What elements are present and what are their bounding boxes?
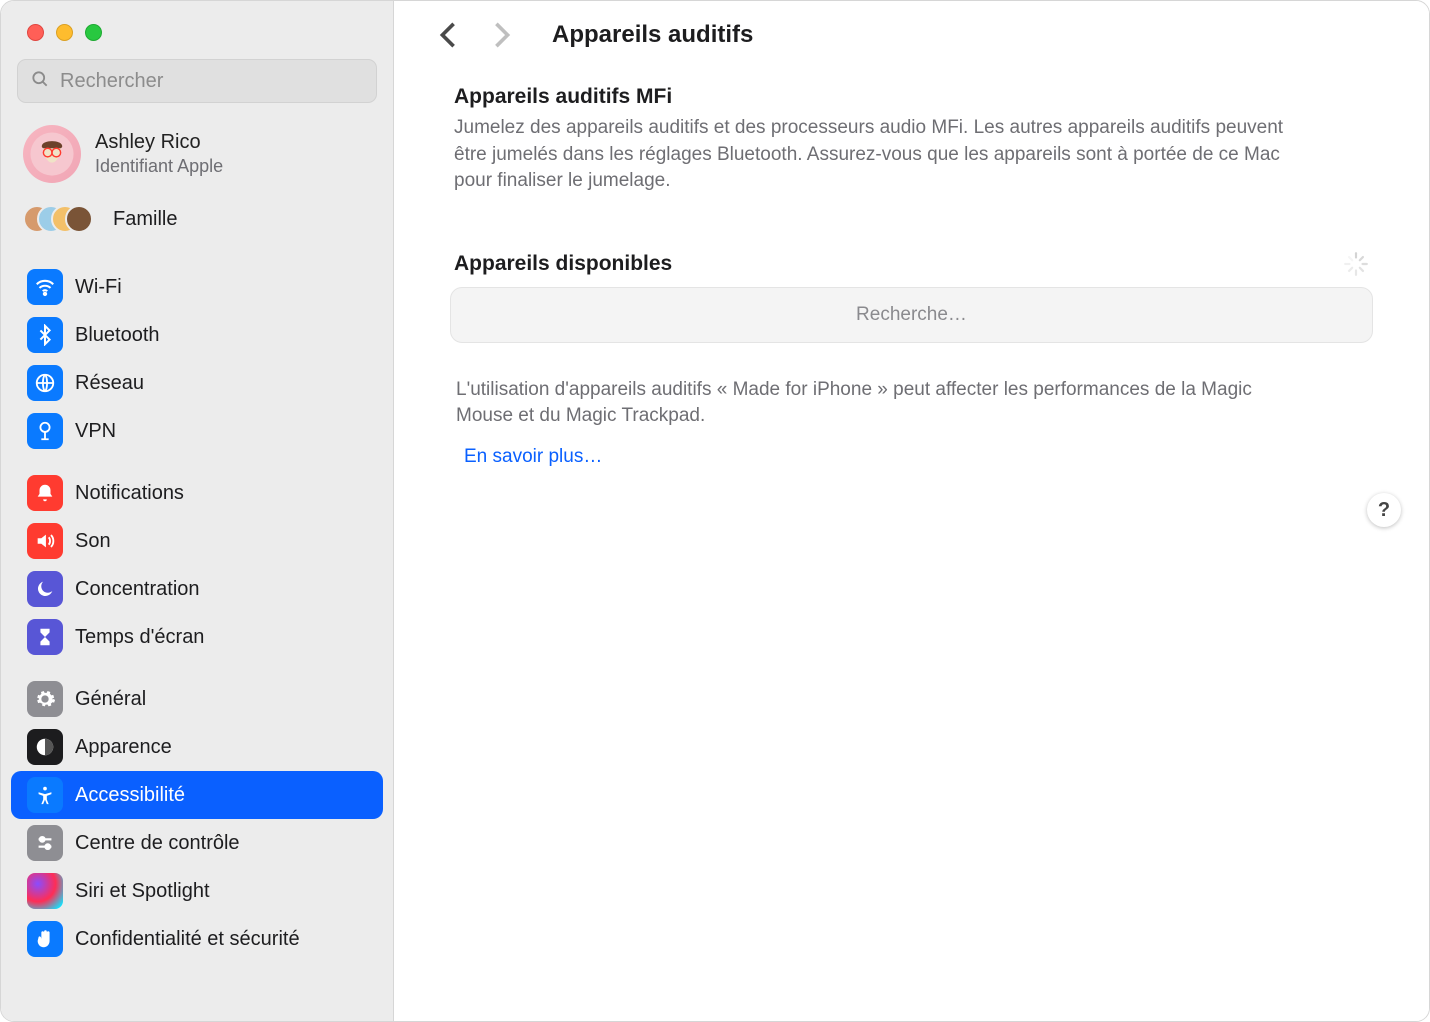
sidebar-item-label: Wi-Fi [75, 276, 122, 299]
back-button[interactable] [434, 21, 462, 49]
account-subtitle: Identifiant Apple [95, 156, 223, 177]
sidebar-item-appearance[interactable]: Apparence [11, 723, 383, 771]
page-title: Appareils auditifs [552, 21, 753, 49]
account-name: Ashley Rico [95, 131, 223, 154]
siri-icon [27, 873, 63, 909]
searching-label: Recherche… [856, 304, 967, 326]
apple-id-row[interactable]: Ashley Rico Identifiant Apple [1, 119, 393, 195]
learn-more-link[interactable]: En savoir plus… [464, 444, 602, 471]
sidebar-item-label: Apparence [75, 736, 172, 759]
sidebar-item-wifi[interactable]: Wi-Fi [11, 263, 383, 311]
sidebar-item-label: Bluetooth [75, 324, 160, 347]
footnote: L'utilisation d'appareils auditifs « Mad… [434, 377, 1314, 471]
help-icon: ? [1378, 499, 1390, 522]
content: Appareils auditifs Appareils auditifs MF… [394, 1, 1429, 1021]
help-button[interactable]: ? [1367, 493, 1401, 527]
mfi-section: Appareils auditifs MFi Jumelez des appar… [434, 85, 1334, 195]
sidebar-item-label: Centre de contrôle [75, 832, 240, 855]
family-avatars-icon [23, 201, 93, 237]
sidebar-item-vpn[interactable]: VPN [11, 407, 383, 455]
available-devices-card: Recherche… [450, 287, 1373, 343]
spinner-icon [1343, 251, 1369, 277]
sidebar: Ashley Rico Identifiant Apple Famille Wi… [1, 1, 394, 1021]
gear-icon [27, 681, 63, 717]
minimize-button[interactable] [56, 24, 73, 41]
family-label: Famille [113, 208, 177, 231]
sidebar-item-privacy[interactable]: Confidentialité et sécurité [11, 915, 383, 963]
hourglass-icon [27, 619, 63, 655]
sidebar-item-label: Concentration [75, 578, 200, 601]
sidebar-item-focus[interactable]: Concentration [11, 565, 383, 613]
close-button[interactable] [27, 24, 44, 41]
appearance-icon [27, 729, 63, 765]
moon-icon [27, 571, 63, 607]
sidebar-item-notifications[interactable]: Notifications [11, 469, 383, 517]
header: Appareils auditifs [434, 21, 1389, 49]
search-icon [30, 69, 50, 94]
section-title: Appareils auditifs MFi [454, 85, 1314, 109]
bluetooth-icon [27, 317, 63, 353]
sidebar-item-general[interactable]: Général [11, 675, 383, 723]
sidebar-item-siri[interactable]: Siri et Spotlight [11, 867, 383, 915]
sidebar-item-label: Siri et Spotlight [75, 880, 210, 903]
sidebar-item-label: VPN [75, 420, 116, 443]
section-description: Jumelez des appareils auditifs et des pr… [454, 115, 1314, 195]
search-input[interactable] [58, 69, 364, 94]
globe-icon [27, 365, 63, 401]
accessibility-icon [27, 777, 63, 813]
sidebar-item-control-center[interactable]: Centre de contrôle [11, 819, 383, 867]
forward-button[interactable] [488, 21, 516, 49]
sidebar-item-screentime[interactable]: Temps d'écran [11, 613, 383, 661]
sidebar-item-label: Réseau [75, 372, 144, 395]
avatar [23, 125, 81, 183]
sidebar-item-label: Temps d'écran [75, 626, 204, 649]
available-devices-title: Appareils disponibles [454, 252, 672, 276]
available-devices-header: Appareils disponibles [434, 251, 1389, 287]
hand-icon [27, 921, 63, 957]
footnote-text: L'utilisation d'appareils auditifs « Mad… [456, 379, 1252, 427]
settings-window: Ashley Rico Identifiant Apple Famille Wi… [0, 0, 1430, 1022]
sidebar-item-sound[interactable]: Son [11, 517, 383, 565]
speaker-icon [27, 523, 63, 559]
window-controls [1, 1, 393, 59]
sidebar-item-accessibility[interactable]: Accessibilité [11, 771, 383, 819]
sidebar-item-label: Notifications [75, 482, 184, 505]
sidebar-item-label: Confidentialité et sécurité [75, 928, 300, 951]
wifi-icon [27, 269, 63, 305]
bell-icon [27, 475, 63, 511]
sidebar-item-bluetooth[interactable]: Bluetooth [11, 311, 383, 359]
zoom-button[interactable] [85, 24, 102, 41]
search-field[interactable] [17, 59, 377, 103]
sidebar-item-label: Son [75, 530, 111, 553]
vpn-icon [27, 413, 63, 449]
sliders-icon [27, 825, 63, 861]
sidebar-item-network[interactable]: Réseau [11, 359, 383, 407]
sidebar-item-label: Accessibilité [75, 784, 185, 807]
family-row[interactable]: Famille [1, 195, 393, 249]
sidebar-item-label: Général [75, 688, 146, 711]
